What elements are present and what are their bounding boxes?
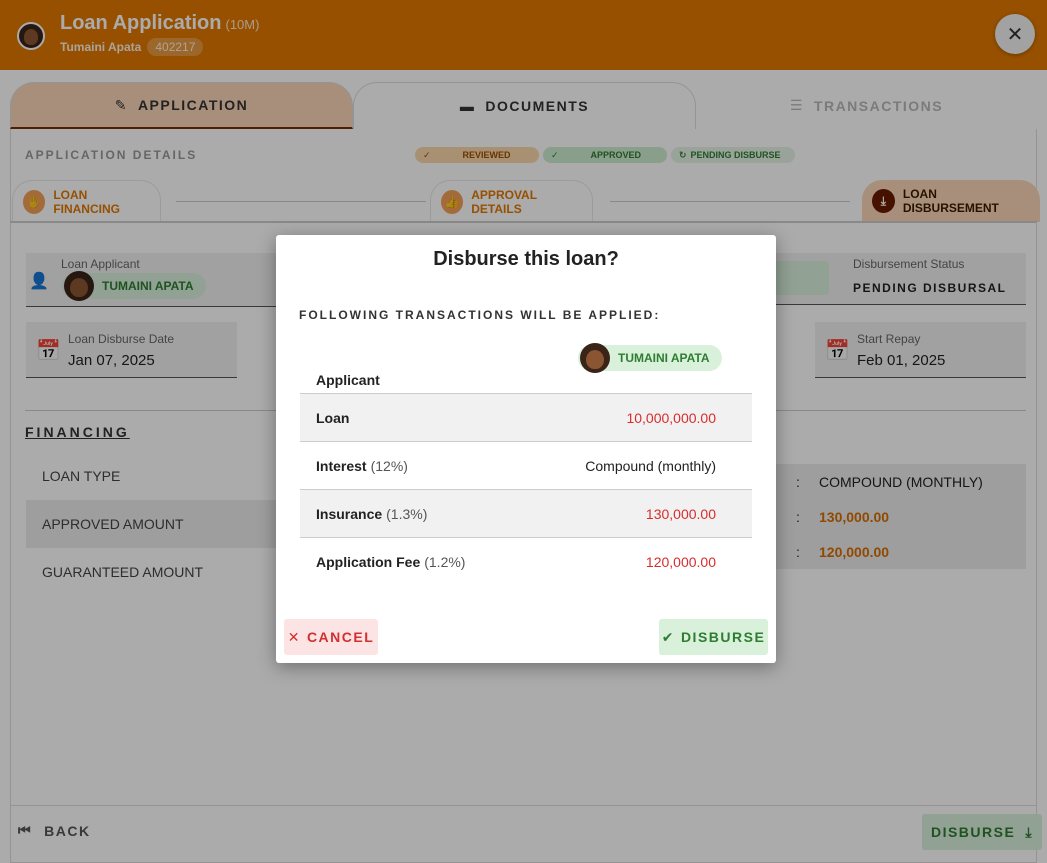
confirm-disburse-button[interactable]: ✔ DISBURSE	[659, 619, 768, 655]
cancel-label: CANCEL	[306, 629, 375, 645]
dialog-title: Disburse this loan?	[433, 248, 619, 270]
table-row: Application Fee (1.2%) 120,000.00	[300, 538, 752, 586]
transactions-table: Applicant TUMAINI APATA Loan 10,000,000.…	[300, 343, 752, 586]
row-label: Applicant	[316, 372, 380, 388]
row-label: Interest	[316, 457, 367, 474]
row-value: Compound (monthly)	[585, 457, 716, 474]
row-percent: (1.3%)	[386, 505, 428, 522]
cancel-button[interactable]: ✕ CANCEL	[284, 619, 378, 655]
check-icon: ✔	[661, 628, 675, 645]
dialog-subtitle: FOLLOWING TRANSACTIONS WILL BE APPLIED:	[299, 308, 661, 322]
table-row-applicant: Applicant TUMAINI APATA	[300, 343, 752, 394]
table-row: Loan 10,000,000.00	[300, 394, 752, 442]
close-icon: ✕	[287, 628, 301, 645]
row-percent: (12%)	[370, 457, 408, 474]
row-percent: (1.2%)	[424, 554, 466, 570]
applicant-chip: TUMAINI APATA	[578, 343, 722, 373]
row-label: Insurance	[316, 505, 383, 522]
avatar	[580, 343, 610, 373]
table-row: Interest (12%) Compound (monthly)	[300, 442, 752, 490]
row-label: Application Fee	[316, 554, 421, 570]
applicant-name: TUMAINI APATA	[618, 351, 710, 365]
table-row: Insurance (1.3%) 130,000.00	[300, 490, 752, 538]
row-label: Loan	[316, 409, 350, 426]
row-value: 120,000.00	[645, 554, 716, 570]
row-value: 130,000.00	[645, 505, 716, 522]
row-value: 10,000,000.00	[626, 409, 716, 426]
disburse-dialog: Disburse this loan? FOLLOWING TRANSACTIO…	[276, 235, 776, 663]
disburse-label: DISBURSE	[680, 629, 766, 645]
